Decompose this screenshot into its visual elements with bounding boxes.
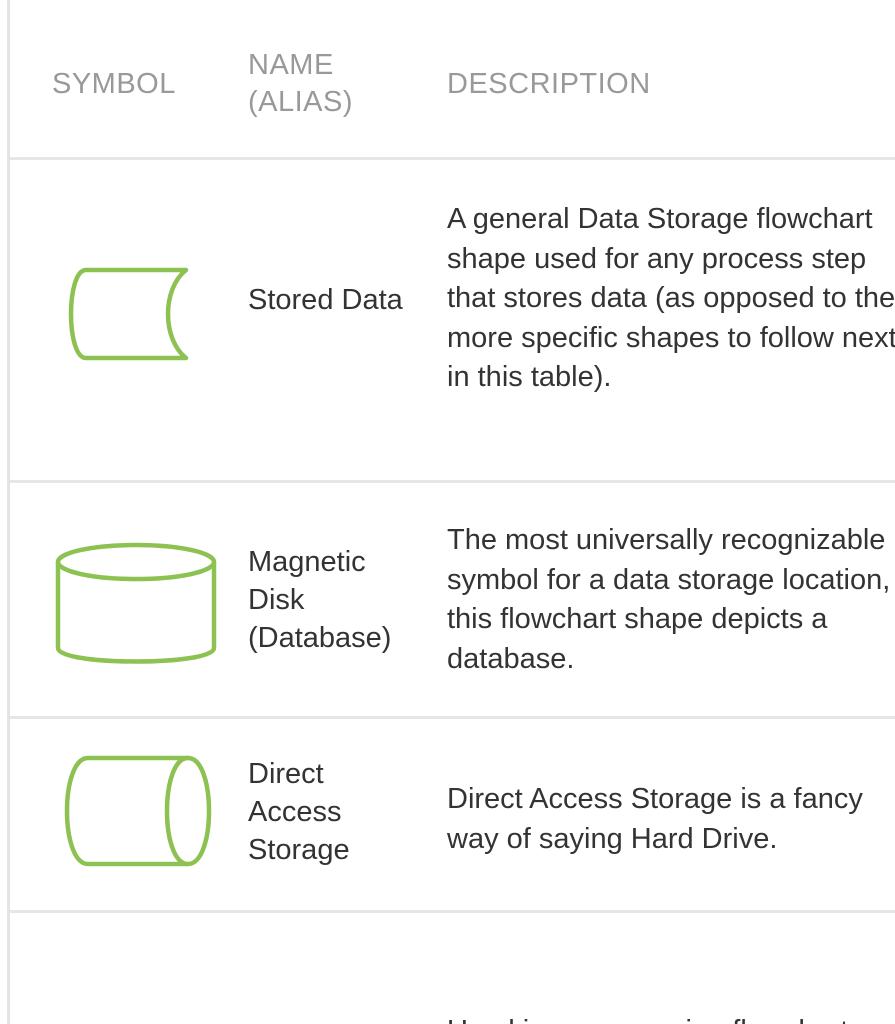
symbol-name: Stored Data <box>248 284 403 316</box>
magnetic-disk-icon <box>48 540 224 672</box>
direct-access-storage-icon <box>48 753 224 869</box>
symbol-name: Direct Access Storage <box>248 758 350 866</box>
symbol-description: Used in programming flowcharts <box>447 1012 895 1024</box>
header-symbol: SYMBOL <box>52 68 176 100</box>
stored-data-icon <box>48 265 208 363</box>
symbol-description: A general Data Storage flowchart shape u… <box>447 203 895 393</box>
header-description: DESCRIPTION <box>447 68 651 100</box>
header-name-alias: NAME (ALIAS) <box>248 49 354 118</box>
symbol-name: Magnetic Disk (Database) <box>248 546 392 654</box>
symbol-description: The most universally recognizable symbol… <box>447 524 891 675</box>
symbol-description: Direct Access Storage is a fancy way of … <box>447 783 863 855</box>
